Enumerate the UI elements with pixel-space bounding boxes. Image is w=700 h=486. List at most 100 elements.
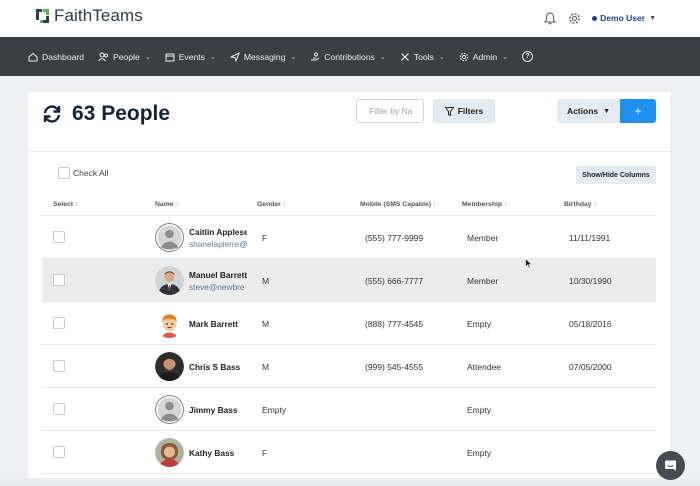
name-cell[interactable]: Caitlin Applese shanelapierre@ xyxy=(189,227,247,249)
name-cell[interactable]: Manuel Barrett steve@newbre xyxy=(189,270,247,292)
person-name[interactable]: Manuel Barrett xyxy=(189,270,247,280)
column-header-gender[interactable]: Gender ↕ xyxy=(257,201,286,208)
nav-label: Dashboard xyxy=(42,51,85,62)
person-email[interactable]: shanelapierre@ xyxy=(189,239,247,249)
actions-label: Actions xyxy=(566,106,599,116)
person-name[interactable]: Caitlin Applese xyxy=(189,227,247,237)
row-checkbox[interactable] xyxy=(53,317,65,329)
chat-icon xyxy=(665,460,676,471)
nav-messaging[interactable]: Messaging ⌄ xyxy=(229,51,297,62)
nav-events[interactable]: Events ⌄ xyxy=(165,52,216,62)
avatar[interactable] xyxy=(155,352,184,381)
row-checkbox[interactable] xyxy=(53,403,65,415)
scroll-shadow xyxy=(0,478,700,486)
add-person-button[interactable]: + xyxy=(620,99,656,123)
column-header-select[interactable]: Select ↕ xyxy=(53,201,78,208)
name-cell[interactable]: Jimmy Bass xyxy=(189,405,247,415)
gender-cell: Empty xyxy=(262,405,287,415)
caret-down-icon: ▼ xyxy=(603,107,611,115)
faithteams-logo[interactable]: FaithTeams xyxy=(35,6,143,26)
mobile-cell: (999) 545-4555 xyxy=(365,362,424,372)
mobile-cell: (555) 666-7777 xyxy=(365,276,424,286)
column-header-mobile[interactable]: Mobile (SMS Capable) ↕ xyxy=(360,201,436,208)
nav-contributions[interactable]: Contributions ⌄ xyxy=(310,52,386,62)
nav-tools[interactable]: Tools ⌄ xyxy=(400,52,445,62)
actions-button[interactable]: Actions ▼ xyxy=(557,99,620,123)
home-icon xyxy=(28,52,38,61)
nav-label: Admin xyxy=(472,51,498,62)
nav-label: Tools xyxy=(413,51,434,62)
person-name[interactable]: Chris S Bass xyxy=(189,362,247,372)
people-table: Select ↕ Name ↕ Gender ↕ Mobile (SMS Capabl… xyxy=(42,194,656,474)
name-cell[interactable]: Kathy Bass xyxy=(189,448,247,458)
birthday-cell: 05/18/2016 xyxy=(569,319,612,329)
filters-button[interactable]: Filters xyxy=(433,99,495,123)
user-name: Demo User xyxy=(600,13,646,23)
person-email[interactable]: steve@newbre xyxy=(189,282,247,292)
user-menu[interactable]: Demo User ▼ xyxy=(592,13,656,23)
row-checkbox[interactable] xyxy=(53,231,65,243)
top-bar: FaithTeams Demo User ▼ xyxy=(0,0,700,37)
membership-cell: Empty xyxy=(467,405,492,415)
nav-people[interactable]: People ⌄ xyxy=(98,52,151,62)
table-row[interactable]: Caitlin Applese shanelapierre@ F (555) 7… xyxy=(42,216,656,259)
bell-icon[interactable] xyxy=(542,10,558,26)
name-cell[interactable]: Chris S Bass xyxy=(189,362,247,372)
avatar-placeholder-icon xyxy=(155,395,184,424)
birthday-cell: 07/05/2000 xyxy=(569,362,612,372)
avatar[interactable] xyxy=(155,223,184,252)
column-header-birthday[interactable]: Birthday ↕ xyxy=(564,201,597,208)
membership-cell: Attendee xyxy=(467,362,502,372)
name-cell[interactable]: Mark Barrett xyxy=(189,319,247,329)
gear-icon xyxy=(459,52,468,61)
gear-icon[interactable] xyxy=(566,10,582,26)
check-all[interactable]: Check All xyxy=(58,167,108,179)
check-all-label: Check All xyxy=(73,168,109,178)
avatar-photo-icon xyxy=(155,266,184,295)
nav-admin[interactable]: Admin ⌄ xyxy=(459,52,508,62)
person-name[interactable]: Mark Barrett xyxy=(189,319,247,329)
avatar[interactable] xyxy=(155,395,184,424)
refresh-icon[interactable] xyxy=(41,103,63,125)
nav-label: Messaging xyxy=(243,51,286,62)
show-hide-columns-button[interactable]: Show/Hide Columns xyxy=(576,166,656,184)
column-header-membership[interactable]: Membership ↕ xyxy=(462,201,507,208)
help-icon[interactable]: ? xyxy=(521,51,533,62)
table-row[interactable]: Jimmy Bass Empty Empty xyxy=(42,388,656,431)
send-icon xyxy=(229,51,240,62)
membership-cell: Member xyxy=(467,276,499,286)
column-header-name[interactable]: Name ↕ xyxy=(155,201,179,208)
avatar-photo-icon xyxy=(155,352,184,381)
table-row[interactable]: Chris S Bass M (999) 545-4555 Attendee 0… xyxy=(42,345,656,388)
check-all-checkbox[interactable] xyxy=(58,167,70,179)
chevron-down-icon: ⌄ xyxy=(379,53,386,61)
avatar-placeholder-icon xyxy=(155,223,184,252)
status-dot xyxy=(592,15,598,21)
chevron-down-icon: ⌄ xyxy=(144,53,151,61)
row-checkbox[interactable] xyxy=(53,446,65,458)
page-header: 63 People Filter by Na Filters Actions ▼… xyxy=(28,92,670,152)
table-row[interactable]: Mark Barrett M (888) 777-4545 Empty 05/1… xyxy=(42,302,656,345)
avatar[interactable] xyxy=(155,266,184,295)
avatar[interactable] xyxy=(155,309,184,338)
row-checkbox[interactable] xyxy=(53,360,65,372)
people-icon xyxy=(98,52,109,61)
filter-by-name-input[interactable]: Filter by Na xyxy=(356,99,424,123)
logo-mark-icon xyxy=(36,9,49,23)
avatar[interactable] xyxy=(155,438,184,467)
nav-dashboard[interactable]: Dashboard xyxy=(28,52,84,62)
person-name[interactable]: Kathy Bass xyxy=(189,448,247,458)
chevron-down-icon: ⌄ xyxy=(209,53,216,61)
chat-launcher-button[interactable] xyxy=(656,451,685,480)
page-title: 63 People xyxy=(72,102,171,125)
avatar-cartoon-icon xyxy=(155,309,184,338)
mobile-cell: (555) 777-9999 xyxy=(365,233,424,243)
person-name[interactable]: Jimmy Bass xyxy=(189,405,247,415)
table-row[interactable]: Manuel Barrett steve@newbre M (555) 666-… xyxy=(42,259,656,302)
chevron-down-icon: ⌄ xyxy=(502,53,508,61)
row-checkbox[interactable] xyxy=(53,274,65,286)
chevron-down-icon: ⌄ xyxy=(290,53,297,61)
avatar-photo-icon xyxy=(155,438,184,467)
funnel-icon xyxy=(444,106,454,116)
table-row[interactable]: Kathy Bass F Empty xyxy=(42,431,656,474)
